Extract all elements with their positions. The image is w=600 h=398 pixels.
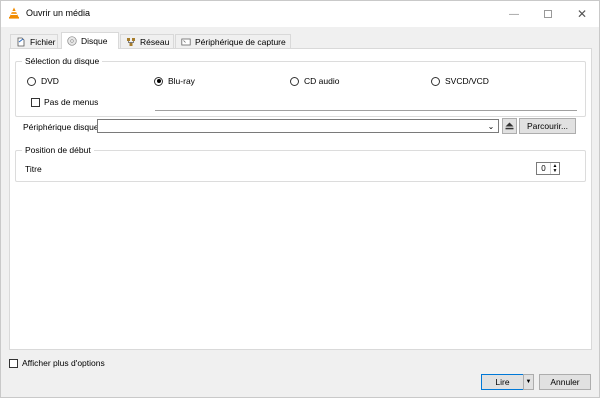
radio-indicator: [27, 76, 36, 86]
browse-button-label: Parcourir...: [526, 121, 569, 131]
play-button[interactable]: Lire: [481, 374, 524, 390]
separator-line: [155, 110, 577, 111]
close-icon: ✕: [576, 7, 588, 21]
tab-label: Fichier: [30, 36, 56, 47]
radio-indicator: [431, 76, 440, 86]
close-button[interactable]: ✕: [565, 1, 599, 27]
window-title: Ouvrir un média: [26, 8, 91, 18]
disc-panel: Sélection du disque DVD Blu-ray CD audio…: [9, 48, 592, 350]
radio-label: SVCD/VCD: [445, 76, 489, 86]
checkbox-box: [31, 97, 40, 107]
title-spinbox[interactable]: 0 ▲ ▼: [536, 162, 560, 175]
show-more-options-checkbox[interactable]: Afficher plus d'options: [9, 358, 105, 368]
checkbox-box: [9, 358, 18, 368]
title-bar: Ouvrir un média — ✕: [1, 1, 599, 27]
play-button-label: Lire: [495, 377, 510, 387]
eject-icon: [505, 122, 514, 130]
tab-fichier[interactable]: Fichier: [10, 34, 58, 48]
play-dropdown-button[interactable]: ▼: [523, 374, 534, 390]
maximize-button[interactable]: [531, 1, 565, 27]
no-menus-checkbox[interactable]: Pas de menus: [31, 97, 98, 107]
tab-reseau[interactable]: Réseau: [120, 34, 174, 48]
checkbox-label: Afficher plus d'options: [22, 358, 105, 368]
cancel-button-label: Annuler: [550, 377, 580, 387]
open-media-dialog: Ouvrir un média — ✕ Fichier Disque Résea…: [0, 0, 600, 398]
vlc-cone-icon: [9, 7, 19, 19]
minimize-button[interactable]: —: [497, 1, 531, 27]
disc-device-combo[interactable]: ⌄: [97, 119, 499, 133]
radio-dvd[interactable]: DVD: [27, 76, 59, 86]
radio-bluray[interactable]: Blu-ray: [154, 76, 195, 86]
capture-device-icon: [181, 37, 191, 47]
radio-indicator: [290, 76, 299, 86]
radio-indicator: [154, 76, 163, 86]
radio-label: CD audio: [304, 76, 340, 86]
tab-label: Disque: [81, 36, 108, 46]
tab-disque[interactable]: Disque: [61, 32, 119, 49]
spin-down-icon: ▼: [552, 167, 558, 174]
tab-label: Réseau: [140, 36, 170, 47]
radio-cd-audio[interactable]: CD audio: [290, 76, 339, 86]
tab-capture[interactable]: Périphérique de capture: [175, 34, 291, 48]
chevron-down-icon: ▼: [525, 379, 532, 385]
checkbox-label: Pas de menus: [44, 97, 99, 107]
radio-label: Blu-ray: [168, 76, 195, 86]
file-icon: [16, 37, 26, 47]
radio-svcd-vcd[interactable]: SVCD/VCD: [431, 76, 489, 86]
network-icon: [126, 37, 136, 47]
disc-device-label: Périphérique disque: [23, 122, 99, 132]
disc-icon: [67, 36, 77, 46]
spin-arrows[interactable]: ▲ ▼: [550, 163, 559, 174]
radio-label: DVD: [41, 76, 59, 86]
minimize-icon: —: [509, 8, 519, 20]
disc-selection-title: Sélection du disque: [22, 56, 103, 66]
maximize-icon: [544, 10, 552, 18]
cancel-button[interactable]: Annuler: [539, 374, 591, 390]
start-position-title: Position de début: [22, 145, 94, 155]
title-spinbox-value: 0: [541, 164, 546, 173]
title-label: Titre: [25, 164, 42, 174]
disc-selection-group: Sélection du disque DVD Blu-ray CD audio…: [15, 56, 586, 117]
browse-button[interactable]: Parcourir...: [519, 118, 576, 134]
chevron-down-icon: ⌄: [487, 121, 495, 131]
tab-label: Périphérique de capture: [195, 36, 286, 47]
eject-button[interactable]: [502, 118, 517, 134]
start-position-group: Position de début Titre 0 ▲ ▼: [15, 145, 586, 182]
